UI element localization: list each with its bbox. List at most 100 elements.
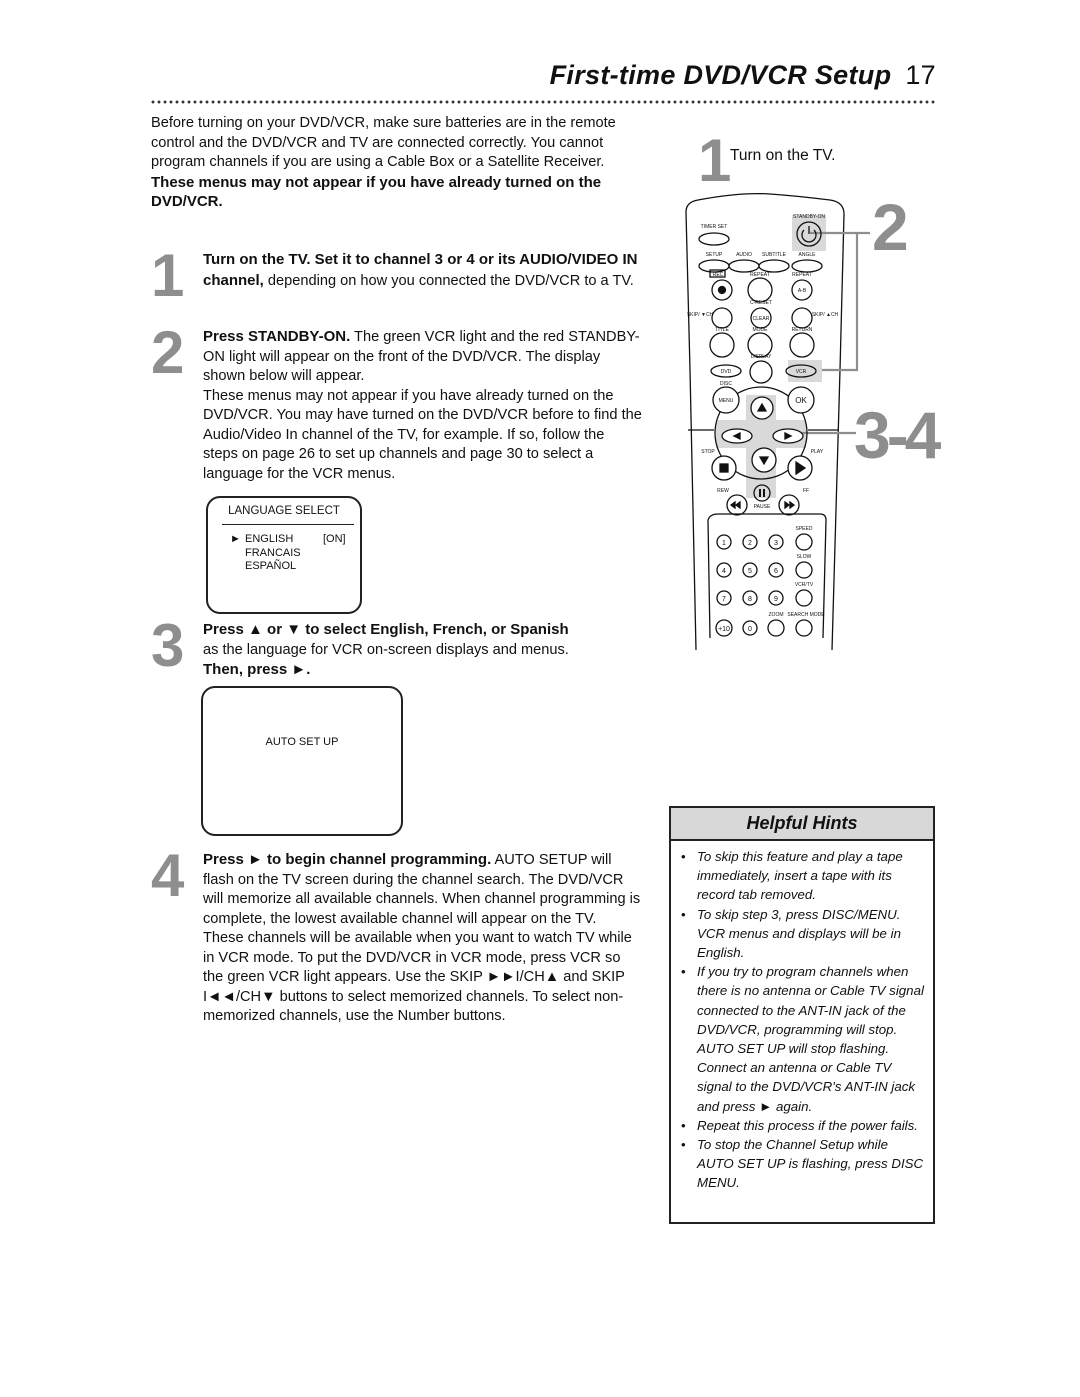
language-option-english[interactable]: ENGLISH	[245, 533, 293, 547]
label-audio: AUDIO	[736, 252, 752, 258]
step-4: 4 Press ► to begin channel programming. …	[151, 846, 643, 1027]
label-speed: SPEED	[796, 526, 813, 532]
label-search-mode: SEARCH MODE	[787, 612, 825, 618]
language-option-espanol[interactable]: ESPAÑOL	[245, 560, 296, 574]
label-standby: STANDBY-ON	[793, 214, 825, 220]
label-timer-set: TIMER SET	[701, 224, 728, 230]
hint-item: To skip this feature and play a tape imm…	[681, 847, 927, 905]
screen-message: AUTO SET UP	[265, 736, 339, 748]
step-number: 1	[698, 127, 732, 194]
label-play: PLAY	[811, 449, 824, 455]
subtitle-button[interactable]	[758, 259, 790, 273]
auto-setup-screen: AUTO SET UP	[201, 686, 403, 836]
label-vcr: VCR	[796, 369, 807, 375]
label-repeat-ab: REPEAT	[792, 272, 812, 278]
stop-icon	[719, 463, 729, 473]
label-disc: DISC	[720, 381, 732, 387]
label-return: RETURN	[792, 327, 813, 333]
skip-forward-button[interactable]	[791, 307, 813, 329]
callout-line-vcr	[822, 233, 859, 372]
step-1: 1 Turn on the TV. Set it to channel 3 or…	[151, 246, 643, 306]
hint-item: To skip step 3, press DISC/MENU. VCR men…	[681, 905, 927, 963]
label-rec: REC	[713, 272, 724, 278]
label-zoom: ZOOM	[769, 612, 784, 618]
step-text: depending on how you connected the DVD/V…	[263, 272, 634, 289]
number-9: 9	[774, 596, 778, 603]
display-button[interactable]	[749, 360, 773, 384]
ff-icon	[784, 500, 796, 510]
label-ok: OK	[795, 396, 807, 405]
label-slow: SLOW	[797, 554, 812, 560]
step-extra: These menus may not appear if you have a…	[203, 387, 642, 482]
number-0: 0	[748, 626, 752, 633]
language-select-screen: LANGUAGE SELECT ► ENGLISH [ON] FRANCAIS …	[206, 496, 362, 614]
label-ab: A-B	[798, 288, 807, 294]
label-repeat: REPEAT	[750, 272, 770, 278]
intro-note: These menus may not appear if you have a…	[151, 173, 602, 211]
step-text: as the language for VCR on-screen displa…	[203, 641, 569, 658]
label-rew: REW	[717, 488, 729, 494]
label-angle: ANGLE	[799, 252, 817, 258]
label-skip-forward: SKIP/ ▲CH	[812, 312, 839, 318]
audio-button[interactable]	[728, 259, 760, 273]
label-clear: CLEAR	[753, 316, 770, 322]
page-title-text: First-time DVD/VCR Setup	[549, 60, 892, 90]
cursor-icon: ►	[230, 533, 241, 545]
page-title: First-time DVD/VCR Setup 17	[540, 60, 936, 91]
number-4: 4	[722, 568, 726, 575]
hints-title: Helpful Hints	[671, 808, 933, 841]
number-8: 8	[748, 596, 752, 603]
label-c-reset: C-RESET	[750, 300, 772, 306]
step-label: Turn on the TV.	[730, 147, 836, 164]
label-setup: SETUP	[706, 252, 723, 258]
number-plus10: +10	[718, 626, 730, 633]
return-button[interactable]	[789, 332, 815, 358]
label-stop: STOP	[701, 449, 715, 455]
intro-section: Before turning on your DVD/VCR, make sur…	[151, 114, 641, 212]
number-3: 3	[774, 540, 778, 547]
step-number: 3	[151, 612, 185, 679]
helpful-hints-box: Helpful Hints To skip this feature and p…	[669, 806, 935, 1224]
label-subtitle: SUBTITLE	[762, 252, 787, 258]
label-menu: MENU	[719, 398, 734, 404]
hint-item: To stop the Channel Setup while AUTO SET…	[681, 1135, 927, 1193]
skip-back-button[interactable]	[711, 307, 733, 329]
step-heading: Press ► to begin channel programming.	[203, 851, 492, 868]
language-option-francais[interactable]: FRANCAIS	[245, 547, 301, 561]
timer-set-button[interactable]	[698, 232, 730, 246]
step-extra: These channels will be available when yo…	[203, 930, 632, 1024]
step-number: 1	[151, 242, 185, 309]
screen-divider	[222, 524, 354, 525]
language-status: [ON]	[323, 533, 346, 545]
remote-control: STANDBY-ON TIMER SET SETUP AUDIO SUBTITL…	[685, 192, 870, 650]
hints-list: To skip this feature and play a tape imm…	[671, 841, 933, 1193]
page-number: 17	[905, 60, 936, 90]
repeat-button[interactable]	[747, 277, 773, 303]
title-button[interactable]	[709, 332, 735, 358]
screen-title: LANGUAGE SELECT	[228, 505, 340, 517]
step-3: 3 Press ▲ or ▼ to select English, French…	[151, 616, 643, 681]
step-number: 2	[151, 319, 185, 386]
hint-item: Repeat this process if the power fails.	[681, 1116, 927, 1135]
hint-item: If you try to program channels when ther…	[681, 962, 927, 1116]
label-ff: FF	[803, 488, 809, 494]
step-heading: Press STANDBY-ON.	[203, 328, 351, 345]
number-6: 6	[774, 568, 778, 575]
rec-icon	[717, 285, 727, 295]
step-heading: Press ▲ or ▼ to select English, French, …	[203, 621, 569, 638]
step-number: 4	[151, 842, 185, 909]
number-1: 1	[722, 540, 726, 547]
intro-text: Before turning on your DVD/VCR, make sur…	[151, 115, 616, 170]
label-title: TITLE	[715, 327, 729, 333]
label-dvd: DVD	[721, 369, 732, 375]
step-heading-2: Then, press ►.	[203, 661, 311, 678]
label-vcr-tv: VCR/TV	[795, 582, 814, 588]
label-skip-back: SKIP/ ▼CH	[687, 312, 714, 318]
step-2: 2 Press STANDBY-ON. The green VCR light …	[151, 323, 643, 484]
number-7: 7	[722, 596, 726, 603]
label-display: DISPLAY	[751, 354, 772, 360]
number-5: 5	[748, 568, 752, 575]
label-pause: PAUSE	[754, 504, 771, 510]
angle-button[interactable]	[791, 259, 823, 273]
dotted-divider	[150, 99, 936, 105]
